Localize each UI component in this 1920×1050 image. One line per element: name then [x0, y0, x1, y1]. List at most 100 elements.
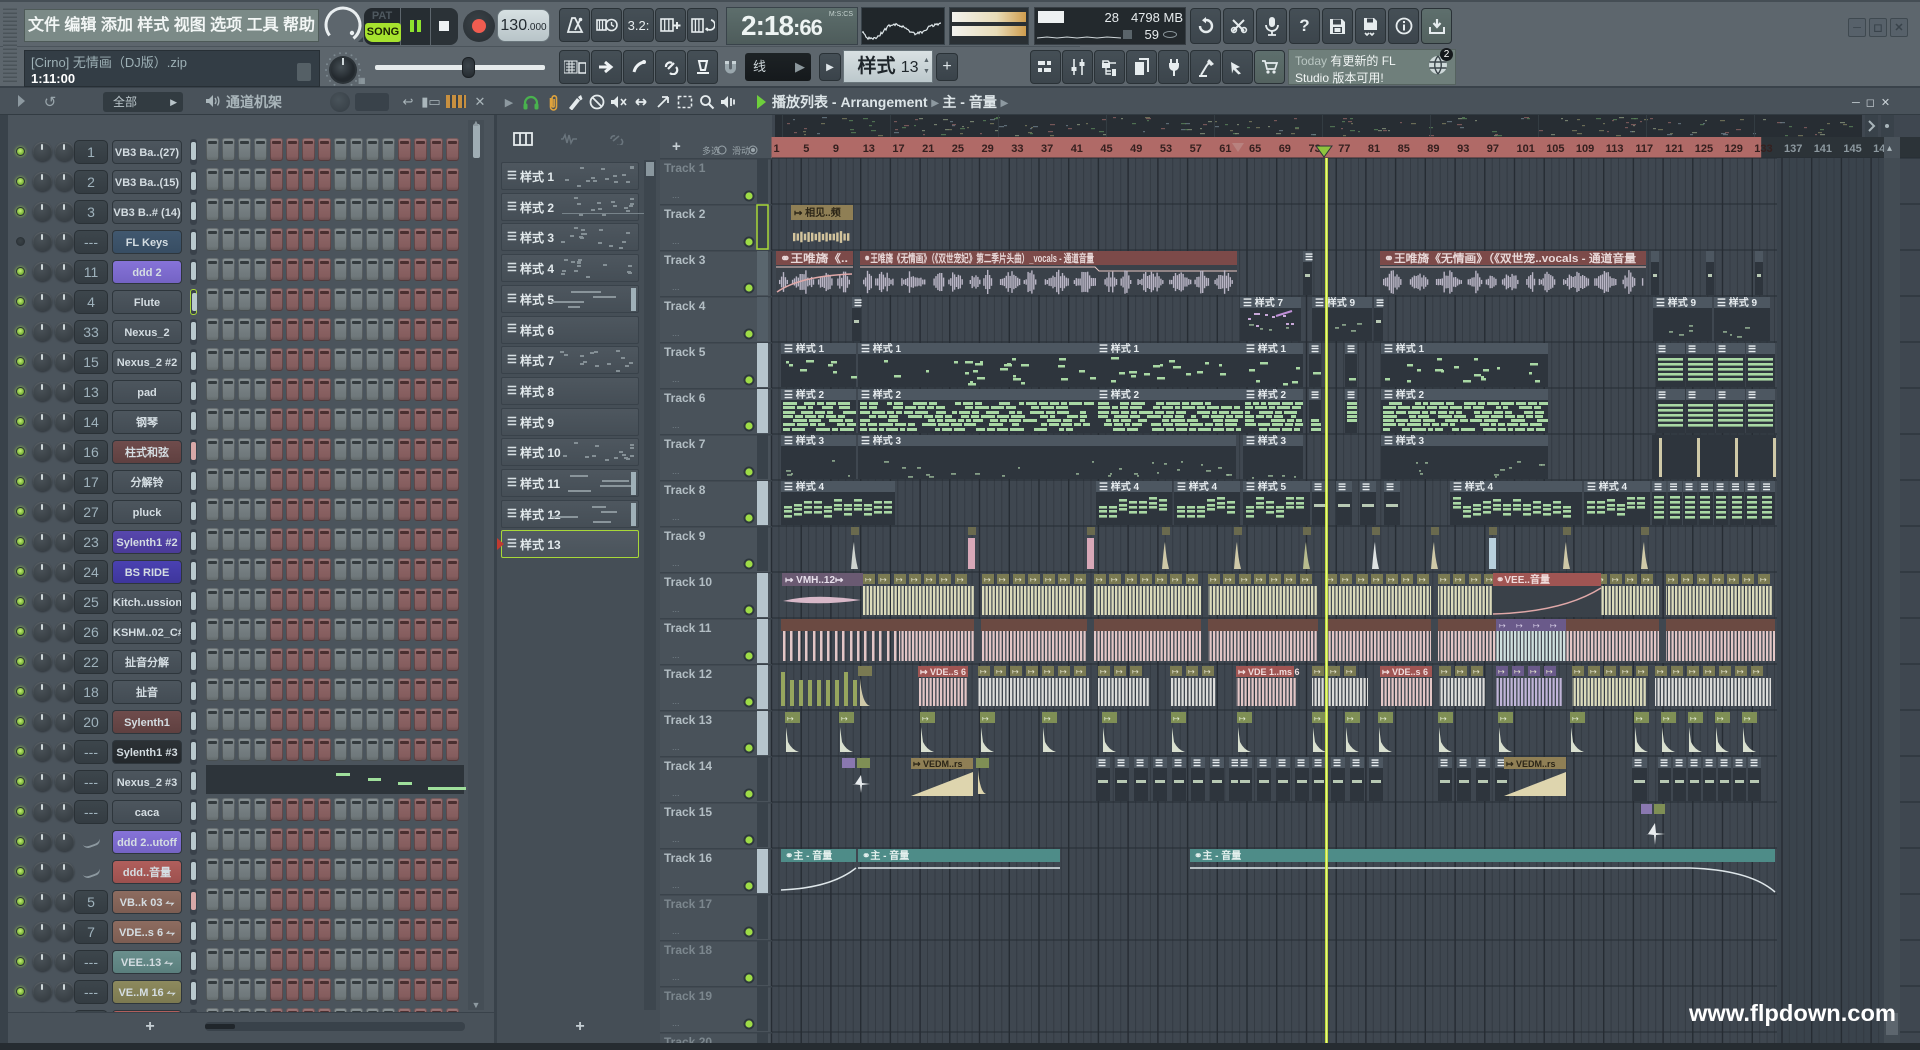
svg-text:↦: ↦ [982, 714, 989, 723]
svg-text:↦: ↦ [1690, 714, 1697, 723]
svg-text:☰: ☰ [1763, 482, 1771, 492]
svg-text:↦: ↦ [1104, 714, 1111, 723]
svg-text:↦: ↦ [1044, 667, 1051, 676]
svg-text:...: ... [672, 926, 680, 936]
svg-text:17: 17 [892, 143, 904, 155]
svg-text:☰: ☰ [1660, 758, 1668, 768]
svg-text:61: 61 [1219, 143, 1231, 155]
svg-text:滑动: 滑动 [732, 146, 750, 156]
svg-text:☰ 样式 3: ☰ 样式 3 [1384, 434, 1425, 447]
svg-text:☰: ☰ [1688, 390, 1696, 400]
svg-text:☰: ☰ [1459, 758, 1467, 768]
svg-text:125: 125 [1695, 143, 1713, 155]
svg-text:↦: ↦ [1636, 714, 1643, 723]
svg-text:☰ 样式 3: ☰ 样式 3 [784, 434, 825, 447]
svg-text:↦: ↦ [1668, 575, 1675, 584]
svg-text:☰: ☰ [1720, 758, 1728, 768]
svg-text:☰: ☰ [1305, 252, 1313, 262]
svg-text:↦: ↦ [841, 714, 848, 723]
svg-text:↦: ↦ [941, 575, 948, 584]
svg-text:⚭主 - 音量: ⚭主 - 音量 [1194, 849, 1241, 862]
svg-text:↦: ↦ [1302, 575, 1309, 584]
svg-text:☰: ☰ [1297, 758, 1305, 768]
svg-text:☰: ☰ [1314, 758, 1322, 768]
svg-text:↦: ↦ [1473, 667, 1480, 676]
svg-text:↦: ↦ [1717, 714, 1724, 723]
svg-text:☰: ☰ [1658, 390, 1666, 400]
svg-text:...: ... [672, 972, 680, 982]
svg-text:37: 37 [1041, 143, 1053, 155]
svg-text:☰ 样式 1: ☰ 样式 1 [1099, 342, 1140, 355]
svg-text:Track 7: Track 7 [664, 437, 706, 451]
svg-text:↦: ↦ [1173, 714, 1180, 723]
svg-text:↦: ↦ [1760, 575, 1767, 584]
svg-text:☰ 样式 4: ☰ 样式 4 [1587, 480, 1628, 493]
svg-text:☰ 样式 4: ☰ 样式 4 [1099, 480, 1140, 493]
svg-text:↦: ↦ [1100, 667, 1107, 676]
svg-text:↦: ↦ [1499, 621, 1506, 630]
svg-text:☰ 样式 1: ☰ 样式 1 [1246, 342, 1287, 355]
svg-text:↦: ↦ [1643, 575, 1650, 584]
svg-text:☰: ☰ [1747, 482, 1755, 492]
svg-text:☰: ☰ [1701, 482, 1709, 492]
svg-text:↦: ↦ [1076, 575, 1083, 584]
svg-text:97: 97 [1487, 143, 1499, 155]
svg-text:...: ... [672, 742, 680, 752]
svg-text:↦: ↦ [1440, 575, 1447, 584]
svg-text:☰ 样式 9: ☰ 样式 9 [1315, 296, 1356, 309]
svg-text:↦: ↦ [1455, 575, 1462, 584]
svg-text:☰: ☰ [1735, 758, 1743, 768]
svg-text:↦: ↦ [1471, 575, 1478, 584]
svg-text:↦: ↦ [1622, 667, 1629, 676]
svg-text:133: 133 [1754, 143, 1772, 155]
svg-text:↦: ↦ [957, 575, 964, 584]
svg-text:☰ 样式 1: ☰ 样式 1 [861, 342, 902, 355]
svg-text:↦: ↦ [1314, 714, 1321, 723]
svg-text:137: 137 [1784, 143, 1802, 155]
svg-text:↦: ↦ [1132, 667, 1139, 676]
svg-text:↦: ↦ [1012, 667, 1019, 676]
svg-text:↦: ↦ [1111, 575, 1118, 584]
svg-text:↦: ↦ [1210, 575, 1217, 584]
svg-text:+: + [672, 138, 681, 155]
svg-text:↦: ↦ [922, 714, 929, 723]
svg-text:Track 16: Track 16 [664, 851, 712, 865]
svg-text:...: ... [672, 1018, 680, 1028]
svg-text:↦: ↦ [1612, 575, 1619, 584]
svg-text:↦: ↦ [1256, 575, 1263, 584]
svg-text:☰ 样式 2: ☰ 样式 2 [861, 388, 902, 401]
svg-text:↦: ↦ [1606, 667, 1613, 676]
svg-text:129: 129 [1725, 143, 1743, 155]
svg-text:Track 8: Track 8 [664, 483, 706, 497]
svg-text:↦: ↦ [1241, 575, 1248, 584]
svg-text:☰: ☰ [1311, 390, 1319, 400]
svg-text:9: 9 [833, 143, 839, 155]
svg-text:☰ 样式 2: ☰ 样式 2 [784, 388, 825, 401]
svg-text:↦: ↦ [1572, 714, 1579, 723]
svg-text:49: 49 [1130, 143, 1142, 155]
svg-text:69: 69 [1279, 143, 1291, 155]
svg-text:↦ VDE..s 6: ↦ VDE..s 6 [1382, 667, 1428, 677]
svg-text:☰: ☰ [1117, 758, 1125, 768]
svg-text:...: ... [672, 512, 680, 522]
svg-text:Track 6: Track 6 [664, 391, 706, 405]
svg-text:☰: ☰ [1748, 390, 1756, 400]
svg-text:↦: ↦ [999, 575, 1006, 584]
svg-text:↦: ↦ [1516, 621, 1523, 630]
svg-text:☰ 样式 2: ☰ 样式 2 [1099, 388, 1140, 401]
svg-text:...: ... [672, 880, 680, 890]
svg-text:↦: ↦ [1342, 575, 1349, 584]
svg-text:↦: ↦ [1188, 575, 1195, 584]
svg-text:↦: ↦ [1127, 575, 1134, 584]
svg-text:↦: ↦ [1060, 667, 1067, 676]
svg-text:25: 25 [952, 143, 964, 155]
svg-text:☰: ☰ [1716, 482, 1724, 492]
svg-text:☰: ☰ [1685, 482, 1693, 492]
svg-text:www.flpdown.com: www.flpdown.com [1688, 1000, 1896, 1026]
svg-text:▴: ▴ [1887, 143, 1892, 154]
svg-text:☰: ☰ [1675, 758, 1683, 768]
svg-text:↦: ↦ [1142, 575, 1149, 584]
svg-text:↦: ↦ [1441, 667, 1448, 676]
svg-text:↦ VEDM..rs: ↦ VEDM..rs [1506, 759, 1556, 769]
svg-text:...: ... [672, 374, 680, 384]
